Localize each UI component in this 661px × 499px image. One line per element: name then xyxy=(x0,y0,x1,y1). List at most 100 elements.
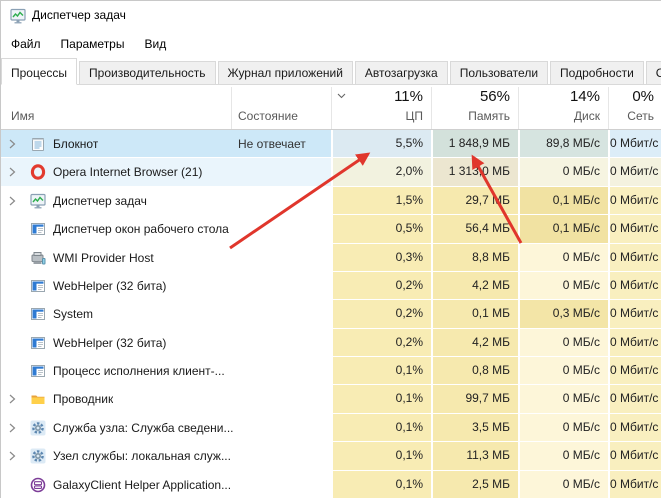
process-name: Проводник xyxy=(53,392,113,406)
window-icon xyxy=(30,335,46,351)
process-name: WebHelper (32 бита) xyxy=(53,279,166,293)
process-name-cell[interactable]: Служба узла: Служба сведени... xyxy=(1,414,331,441)
header-separator xyxy=(231,87,232,129)
process-row[interactable]: WebHelper (32 бита)0,2%4,2 МБ0 МБ/с0 Мби… xyxy=(1,329,661,357)
expand-chevron-icon[interactable] xyxy=(7,422,17,434)
process-name-cell[interactable]: WebHelper (32 бита) xyxy=(1,329,331,356)
column-header-status[interactable]: Состояние xyxy=(238,109,298,123)
tab-strip: Процессы Производительность Журнал прило… xyxy=(1,57,661,85)
disk-value-cell: 0 МБ/с xyxy=(518,158,608,185)
memory-value-cell: 1 848,9 МБ xyxy=(431,130,518,157)
tab-startup[interactable]: Автозагрузка xyxy=(355,61,448,84)
column-header-network[interactable]: 0% Сеть xyxy=(609,85,661,129)
network-total-percent: 0% xyxy=(632,88,654,105)
tab-details[interactable]: Подробности xyxy=(550,61,644,84)
process-name: Диспетчер задач xyxy=(53,194,147,208)
process-name-cell[interactable]: Opera Internet Browser (21) xyxy=(1,158,331,185)
cpu-value-cell: 0,1% xyxy=(331,442,431,469)
memory-value-cell: 29,7 МБ xyxy=(431,187,518,214)
process-row[interactable]: Процесс исполнения клиент-...0,1%0,8 МБ0… xyxy=(1,357,661,385)
process-name-cell[interactable]: Диспетчер окон рабочего стола xyxy=(1,215,331,242)
taskmgr-icon xyxy=(30,193,46,209)
disk-value-cell: 0 МБ/с xyxy=(518,471,608,498)
disk-value-cell: 0 МБ/с xyxy=(518,414,608,441)
process-row[interactable]: System0,2%0,1 МБ0,3 МБ/с0 Мбит/с xyxy=(1,300,661,328)
expand-chevron-icon[interactable] xyxy=(7,138,17,150)
process-name-cell[interactable]: Проводник xyxy=(1,385,331,412)
tab-performance[interactable]: Производительность xyxy=(79,61,215,84)
gear-icon xyxy=(30,448,46,464)
window-icon xyxy=(30,363,46,379)
cpu-value-cell: 0,3% xyxy=(331,244,431,271)
process-name: Диспетчер окон рабочего стола xyxy=(53,222,229,236)
memory-value-cell: 4,2 МБ xyxy=(431,272,518,299)
network-value-cell: 0 Мбит/с xyxy=(608,471,661,498)
cpu-value-cell: 5,5% xyxy=(331,130,431,157)
menu-options[interactable]: Параметры xyxy=(51,33,135,55)
cpu-value-cell: 0,1% xyxy=(331,357,431,384)
expand-chevron-icon[interactable] xyxy=(7,166,17,178)
window-title: Диспетчер задач xyxy=(32,8,126,22)
memory-value-cell: 0,1 МБ xyxy=(431,300,518,327)
cpu-value-cell: 0,1% xyxy=(331,471,431,498)
sort-chevron-down-icon xyxy=(337,93,346,99)
memory-column-label: Память xyxy=(468,109,510,123)
process-list: БлокнотНе отвечает5,5%1 848,9 МБ89,8 МБ/… xyxy=(1,130,661,499)
column-header-disk[interactable]: 14% Диск xyxy=(519,85,608,129)
cpu-column-label: ЦП xyxy=(405,109,423,123)
memory-value-cell: 0,8 МБ xyxy=(431,357,518,384)
column-header-name[interactable]: Имя xyxy=(11,109,34,123)
process-name-cell[interactable]: WebHelper (32 бита) xyxy=(1,272,331,299)
process-row[interactable]: Узел службы: локальная служ...0,1%11,3 М… xyxy=(1,442,661,470)
process-name-cell[interactable]: System xyxy=(1,300,331,327)
cpu-total-percent: 11% xyxy=(394,88,423,105)
menu-view[interactable]: Вид xyxy=(134,33,176,55)
network-value-cell: 0 Мбит/с xyxy=(608,385,661,412)
memory-value-cell: 99,7 МБ xyxy=(431,385,518,412)
process-row[interactable]: Диспетчер задач1,5%29,7 МБ0,1 МБ/с0 Мбит… xyxy=(1,187,661,215)
notepad-icon xyxy=(30,136,46,152)
tab-processes[interactable]: Процессы xyxy=(1,58,77,85)
process-name-cell[interactable]: Диспетчер задач xyxy=(1,187,331,214)
expand-chevron-icon[interactable] xyxy=(7,195,17,207)
task-manager-window: Диспетчер задач Файл Параметры Вид Проце… xyxy=(0,0,661,498)
folder-icon xyxy=(30,391,46,407)
memory-total-percent: 56% xyxy=(480,88,510,105)
process-row[interactable]: Диспетчер окон рабочего стола0,5%56,4 МБ… xyxy=(1,215,661,243)
disk-value-cell: 0 МБ/с xyxy=(518,442,608,469)
process-name-cell[interactable]: WMI Provider Host xyxy=(1,244,331,271)
process-name-cell[interactable]: БлокнотНе отвечает xyxy=(1,130,331,157)
process-name-cell[interactable]: GalaxyClient Helper Application... xyxy=(1,471,331,498)
process-name-cell[interactable]: Узел службы: локальная служ... xyxy=(1,442,331,469)
expand-chevron-icon[interactable] xyxy=(7,393,17,405)
menu-bar: Файл Параметры Вид xyxy=(1,31,661,57)
process-row[interactable]: Проводник0,1%99,7 МБ0 МБ/с0 Мбит/с xyxy=(1,385,661,413)
process-name: Процесс исполнения клиент-... xyxy=(53,364,225,378)
tab-services[interactable]: Службы xyxy=(646,61,661,84)
process-row[interactable]: WMI Provider Host0,3%8,8 МБ0 МБ/с0 Мбит/… xyxy=(1,244,661,272)
process-row[interactable]: БлокнотНе отвечает5,5%1 848,9 МБ89,8 МБ/… xyxy=(1,130,661,158)
process-name: System xyxy=(53,307,93,321)
cpu-value-cell: 2,0% xyxy=(331,158,431,185)
expand-chevron-icon[interactable] xyxy=(7,450,17,462)
tab-app-history[interactable]: Журнал приложений xyxy=(218,61,353,84)
process-row[interactable]: Opera Internet Browser (21)2,0%1 313,0 М… xyxy=(1,158,661,186)
process-row[interactable]: GalaxyClient Helper Application...0,1%2,… xyxy=(1,471,661,499)
process-name: Узел службы: локальная служ... xyxy=(53,449,231,463)
column-header-row: Имя Состояние 11% ЦП 56% Память 14% Диск… xyxy=(1,85,661,130)
cpu-value-cell: 0,1% xyxy=(331,414,431,441)
process-name: Служба узла: Служба сведени... xyxy=(53,421,233,435)
network-value-cell: 0 Мбит/с xyxy=(608,215,661,242)
menu-file[interactable]: Файл xyxy=(2,33,51,55)
column-header-memory[interactable]: 56% Память xyxy=(432,85,518,129)
cpu-value-cell: 0,2% xyxy=(331,272,431,299)
process-row[interactable]: Служба узла: Служба сведени...0,1%3,5 МБ… xyxy=(1,414,661,442)
disk-value-cell: 89,8 МБ/с xyxy=(518,130,608,157)
column-header-cpu[interactable]: 11% ЦП xyxy=(332,85,431,129)
window-icon xyxy=(30,306,46,322)
disk-value-cell: 0 МБ/с xyxy=(518,385,608,412)
tab-users[interactable]: Пользователи xyxy=(450,61,548,84)
process-row[interactable]: WebHelper (32 бита)0,2%4,2 МБ0 МБ/с0 Мби… xyxy=(1,272,661,300)
process-name-cell[interactable]: Процесс исполнения клиент-... xyxy=(1,357,331,384)
device-icon xyxy=(30,250,46,266)
